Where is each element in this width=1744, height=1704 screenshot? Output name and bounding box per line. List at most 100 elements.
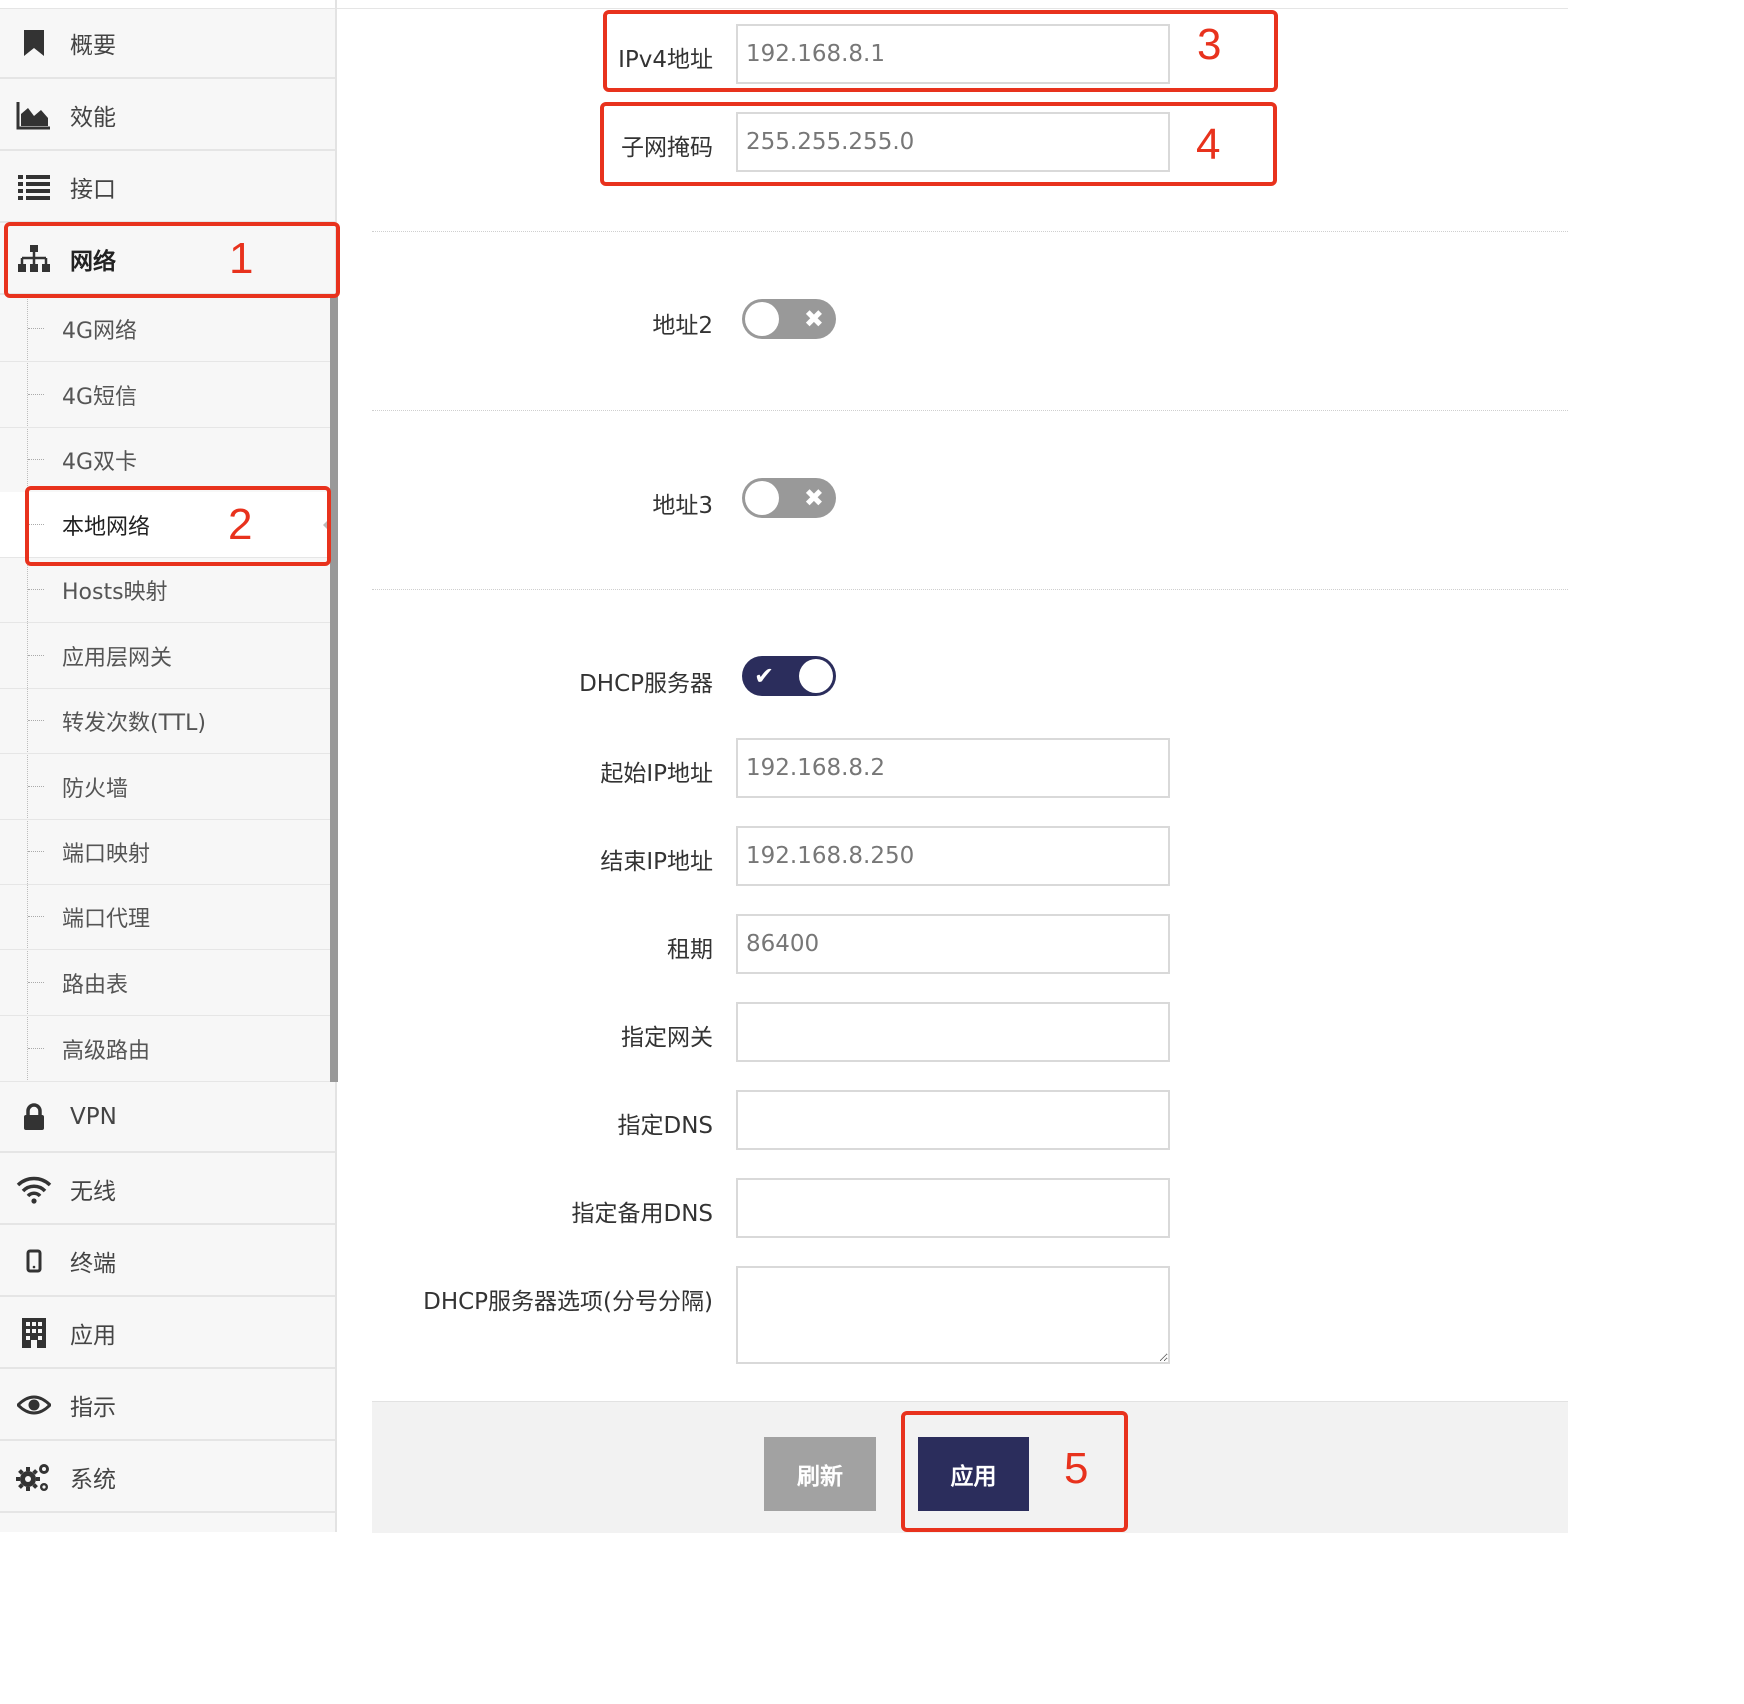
sidebar-item-label: 应用 (70, 1322, 116, 1349)
sidebar-scrollbar[interactable] (330, 296, 338, 1082)
gateway-input[interactable] (736, 1002, 1170, 1062)
sidebar-item-label: 终端 (70, 1250, 116, 1277)
tree-dash (28, 916, 44, 917)
sidebar-item-overview[interactable]: 概要 (0, 8, 335, 79)
sidebar-item-wireless[interactable]: 无线 (0, 1154, 335, 1225)
submenu-item-route-table[interactable]: 路由表 (0, 950, 330, 1016)
check-icon: ✔ (754, 662, 775, 690)
section-divider (372, 231, 1568, 232)
tree-dash (28, 1048, 44, 1049)
main-top-strip (337, 0, 1568, 9)
backup-dns-input[interactable] (736, 1178, 1170, 1238)
callout-number-2: 2 (228, 500, 253, 549)
start-ip-input[interactable] (736, 738, 1170, 798)
end-ip-input[interactable] (736, 826, 1170, 886)
address3-toggle[interactable]: ✖ (742, 478, 836, 518)
dns-label: 指定DNS (617, 1113, 713, 1139)
submenu-item-label: Hosts映射 (62, 579, 168, 605)
callout-box-2 (25, 486, 331, 566)
sidebar-item-label: 接口 (70, 176, 116, 203)
tree-dash (28, 720, 44, 721)
submenu-item-label: 4G双卡 (62, 449, 138, 475)
submenu-item-hosts[interactable]: Hosts映射 (0, 557, 330, 623)
network-submenu: 4G网络 4G短信 4G双卡 本地网络 Hosts映射 应用层网关 转发次数(T… (0, 296, 333, 1082)
building-icon (16, 1317, 52, 1349)
address3-label: 地址3 (652, 493, 713, 519)
close-icon: ✖ (803, 484, 824, 512)
submenu-item-port-proxy[interactable]: 端口代理 (0, 884, 330, 950)
backup-dns-label: 指定备用DNS (571, 1201, 713, 1227)
mobile-icon (16, 1245, 52, 1277)
sidebar-item-label: 无线 (70, 1178, 116, 1205)
start-ip-label: 起始IP地址 (600, 761, 713, 787)
sidebar-item-label: 指示 (70, 1394, 116, 1421)
tree-dash (28, 328, 44, 329)
gateway-label: 指定网关 (621, 1025, 713, 1051)
refresh-button[interactable]: 刷新 (764, 1437, 876, 1511)
tree-dash (28, 786, 44, 787)
lease-input[interactable] (736, 914, 1170, 974)
submenu-item-alg[interactable]: 应用层网关 (0, 623, 330, 689)
callout-number-5: 5 (1064, 1444, 1089, 1493)
submenu-item-label: 4G短信 (62, 384, 138, 410)
tree-dash (28, 459, 44, 460)
tree-dash (28, 394, 44, 395)
submenu-item-label: 端口映射 (62, 841, 151, 867)
callout-number-4: 4 (1196, 120, 1221, 169)
sidebar-item-label: 系统 (70, 1466, 116, 1493)
submenu-item-label: 防火墙 (62, 776, 129, 802)
submenu-item-label: 应用层网关 (62, 645, 173, 671)
submenu-item-4g-sms[interactable]: 4G短信 (0, 362, 330, 428)
callout-box-5 (901, 1411, 1128, 1532)
tree-dash (28, 851, 44, 852)
submenu-item-4g-network[interactable]: 4G网络 (0, 296, 330, 362)
section-divider (372, 410, 1568, 411)
sidebar-item-label: 效能 (70, 104, 116, 131)
dhcp-server-toggle[interactable]: ✔ (742, 656, 836, 696)
end-ip-label: 结束IP地址 (600, 849, 713, 875)
bookmark-icon (16, 27, 52, 59)
gears-icon (16, 1461, 52, 1493)
toggle-knob (799, 659, 833, 693)
section-divider (372, 589, 1568, 590)
submenu-item-advanced-routing[interactable]: 高级路由 (0, 1016, 330, 1082)
tree-dash (28, 589, 44, 590)
sidebar-item-terminal[interactable]: 终端 (0, 1226, 335, 1297)
lease-label: 租期 (667, 937, 713, 963)
submenu-item-label: 路由表 (62, 972, 129, 998)
callout-box-1 (4, 222, 340, 298)
sidebar-item-vpn[interactable]: VPN (0, 1082, 335, 1153)
sidebar-item-label: VPN (70, 1103, 117, 1130)
sidebar-item-indicators[interactable]: 指示 (0, 1370, 335, 1441)
submenu-item-label: 转发次数(TTL) (62, 710, 206, 736)
submenu-item-port-mapping[interactable]: 端口映射 (0, 819, 330, 885)
submenu-item-ttl[interactable]: 转发次数(TTL) (0, 688, 330, 754)
submenu-item-label: 4G网络 (62, 318, 138, 344)
submenu-item-label: 端口代理 (62, 906, 151, 932)
area-chart-icon (16, 99, 52, 131)
callout-number-1: 1 (229, 234, 254, 283)
submenu-item-firewall[interactable]: 防火墙 (0, 754, 330, 820)
eye-icon (16, 1389, 52, 1421)
tree-dash (28, 655, 44, 656)
callout-box-4 (600, 102, 1277, 186)
wifi-icon (16, 1173, 52, 1205)
address2-toggle[interactable]: ✖ (742, 299, 836, 339)
close-icon: ✖ (803, 305, 824, 333)
dhcp-options-textarea[interactable] (736, 1266, 1170, 1364)
sidebar-item-label: 概要 (70, 32, 116, 59)
dns-input[interactable] (736, 1090, 1170, 1150)
list-icon (16, 171, 52, 203)
submenu-item-label: 高级路由 (62, 1038, 151, 1064)
sidebar-item-system[interactable]: 系统 (0, 1442, 335, 1513)
tree-dash (28, 982, 44, 983)
sidebar-item-interfaces[interactable]: 接口 (0, 152, 335, 223)
callout-number-3: 3 (1197, 20, 1222, 69)
sidebar-item-performance[interactable]: 效能 (0, 80, 335, 151)
sidebar-item-applications[interactable]: 应用 (0, 1298, 335, 1369)
lock-icon (16, 1101, 52, 1133)
address2-label: 地址2 (652, 313, 713, 339)
submenu-item-4g-dual-sim[interactable]: 4G双卡 (0, 427, 330, 493)
callout-box-3 (603, 10, 1278, 92)
toggle-knob (745, 481, 779, 515)
